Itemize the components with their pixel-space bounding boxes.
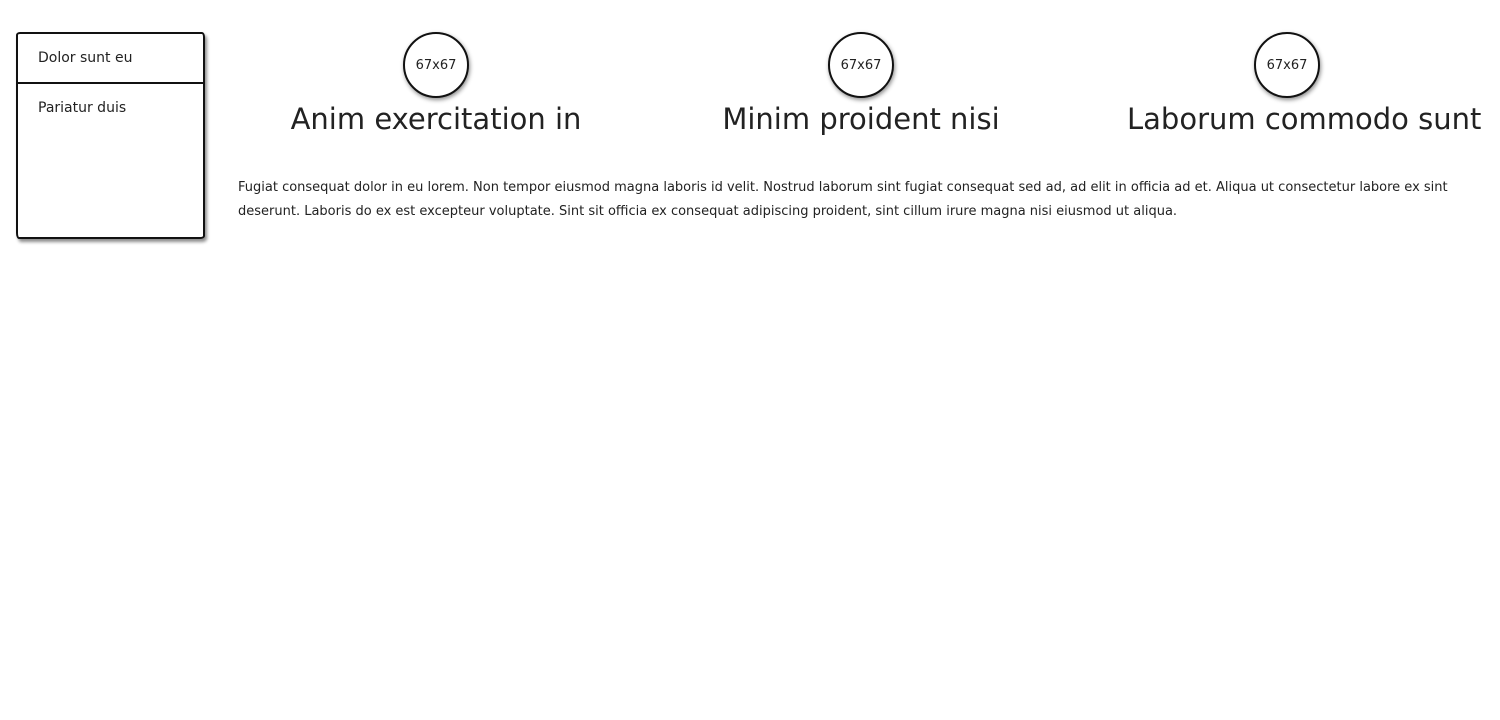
sidebar-item-pariatur-duis[interactable]: Pariatur duis bbox=[18, 84, 203, 134]
feature-title: Laborum commodo sunt bbox=[1127, 102, 1482, 136]
feature-title: Minim proident nisi bbox=[722, 102, 1000, 136]
image-placeholder: 67x67 bbox=[403, 32, 469, 98]
feature-column: 67x67 Laborum commodo sunt bbox=[1127, 32, 1482, 138]
body-paragraph: Fugiat consequat dolor in eu lorem. Non … bbox=[238, 180, 1448, 219]
feature-column: 67x67 Anim exercitation in bbox=[276, 32, 596, 138]
sidebar-item-label: Dolor sunt eu bbox=[38, 50, 133, 66]
sidebar-item-dolor-sunt-eu[interactable]: Dolor sunt eu bbox=[18, 34, 203, 84]
image-size-label: 67x67 bbox=[840, 57, 882, 73]
image-placeholder: 67x67 bbox=[828, 32, 894, 98]
feature-title: Anim exercitation in bbox=[290, 102, 582, 136]
image-placeholder: 67x67 bbox=[1254, 32, 1320, 98]
image-size-label: 67x67 bbox=[415, 57, 457, 73]
sidebar: Dolor sunt eu Pariatur duis bbox=[16, 32, 205, 239]
sidebar-item-label: Pariatur duis bbox=[38, 100, 127, 116]
image-size-label: 67x67 bbox=[1266, 57, 1308, 73]
feature-column: 67x67 Minim proident nisi bbox=[701, 32, 1021, 138]
